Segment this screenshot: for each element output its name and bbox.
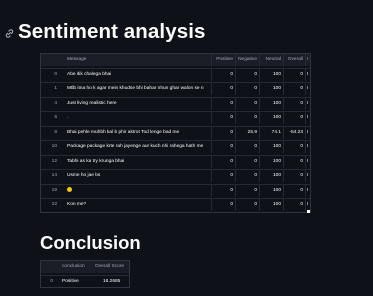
negative-cell: 0: [254, 173, 257, 178]
neutral-cell: 100: [272, 115, 281, 120]
row-index: 4: [54, 100, 57, 106]
row-index: 22: [51, 202, 57, 207]
neutral-cell: 74.1: [271, 129, 281, 135]
table-row[interactable]: 19 0 0 100 0 I: [41, 184, 310, 197]
table-header: Message Positive Negative Neutral Overal…: [41, 54, 310, 66]
positive-cell: 0: [230, 115, 233, 120]
message-cell: Tabhi as ka try krunga bhai: [67, 158, 125, 164]
row-index: 10: [51, 144, 57, 149]
message-cell: .: [67, 115, 69, 120]
table-row[interactable]: 8 Bhai pehle muhbh kal b phir aktrot Tod …: [41, 126, 310, 139]
neutral-cell: 100: [272, 187, 281, 193]
positive-cell: 0: [230, 71, 233, 77]
row-index: 0: [50, 279, 53, 284]
column-header-positive[interactable]: Positive: [211, 54, 235, 66]
negative-cell: 0: [254, 100, 257, 106]
row-index: 12: [51, 158, 57, 164]
row-index: 14: [51, 173, 57, 178]
table-row[interactable]: 4 Just living realistic here 0 0 100 0 I: [41, 97, 310, 110]
negative-cell: 0: [254, 71, 257, 77]
table-row[interactable]: 10 Package package krte rah jayenge aur k…: [41, 141, 310, 153]
overall-cell: 0: [300, 115, 303, 120]
sentiment-title: Sentiment analysis: [18, 20, 206, 43]
table-row[interactable]: 0 Positive 16.2685: [41, 276, 129, 287]
message-cell: Package package krte rah jayenge aur kuc…: [67, 144, 204, 149]
message-cell: Kon me?: [67, 202, 87, 207]
overall-cell: 0: [300, 202, 303, 207]
table-header: conclusion Overall Score: [41, 261, 129, 273]
positive-cell: 0: [230, 100, 233, 106]
neutral-cell: 100: [272, 71, 281, 77]
row-index: 1: [54, 86, 57, 91]
column-header-negative[interactable]: Negative: [235, 54, 259, 66]
overall-cell: 0: [300, 71, 303, 77]
table-row[interactable]: 0 Abe itik chalega bhai 0 0 100 0 I: [41, 68, 310, 81]
row-index: 5: [54, 115, 57, 120]
negative-cell: 0: [254, 144, 257, 149]
table-row[interactable]: 5. 0 0 100 0 I: [41, 112, 310, 124]
negative-cell: 0: [254, 158, 257, 164]
column-header-neutral[interactable]: Neutral: [259, 54, 283, 66]
positive-cell: 0: [230, 129, 233, 135]
overall-cell: 0: [300, 144, 303, 149]
conclusion-title: Conclusion: [40, 232, 141, 253]
neutral-cell: 100: [272, 173, 281, 178]
table-row[interactable]: 14 Usme ho jae bs 0 0 100 0 I: [41, 170, 310, 182]
column-header-conclusion[interactable]: conclusion: [60, 261, 93, 273]
message-cell: Bhai pehle muhbh kal b phir aktrot Tod l…: [67, 129, 180, 135]
positive-cell: 0: [230, 173, 233, 178]
overall-cell: 0: [300, 100, 303, 106]
positive-cell: 0: [230, 158, 233, 164]
message-cell: Abe itik chalega bhai: [67, 71, 112, 77]
overall-score-cell: 16.2685: [103, 279, 121, 284]
column-header-overall[interactable]: Overall: [283, 54, 305, 66]
row-index: 0: [54, 71, 57, 77]
conclusion-cell: Positive: [62, 279, 79, 284]
neutral-cell: 100: [272, 100, 281, 106]
column-header-message[interactable]: Message: [65, 54, 211, 66]
overall-cell: 0: [300, 173, 303, 178]
row-index: 19: [51, 187, 57, 193]
sentiment-table[interactable]: Message Positive Negative Neutral Overal…: [40, 53, 311, 213]
positive-cell: 0: [230, 144, 233, 149]
neutral-cell: 100: [272, 144, 281, 149]
overall-cell: 0: [300, 86, 303, 91]
neutral-cell: 100: [272, 158, 281, 164]
table-row[interactable]: 1 Mtlb itna ho k agar mein khudse bhi bah…: [41, 83, 310, 95]
message-cell: Mtlb itna ho k agar mein khudse bhi baha…: [67, 86, 204, 91]
neutral-cell: 100: [272, 202, 281, 207]
column-header-overall-score[interactable]: Overall Score: [93, 261, 129, 273]
neutral-cell: 100: [272, 86, 281, 91]
smiley-emoji-icon: [67, 186, 72, 192]
column-header-index[interactable]: [41, 261, 60, 273]
conclusion-table[interactable]: conclusion Overall Score 0 Positive 16.2…: [40, 260, 130, 288]
positive-cell: 0: [230, 187, 233, 193]
negative-cell: 0: [254, 187, 257, 193]
column-header-index[interactable]: [41, 54, 65, 66]
table-resize-handle[interactable]: [307, 210, 310, 213]
positive-cell: 0: [230, 86, 233, 91]
negative-cell: 0: [254, 86, 257, 91]
negative-cell: 25.9: [247, 129, 257, 135]
negative-cell: 0: [254, 202, 257, 207]
table-row[interactable]: 22 Kon me? 0 0 100 0 I: [41, 199, 310, 211]
message-cell: Usme ho jae bs: [67, 173, 101, 178]
row-index: 8: [54, 129, 57, 135]
overall-cell: -54.23: [289, 129, 303, 135]
link-icon[interactable]: [4, 28, 15, 39]
overall-cell: 0: [300, 158, 303, 164]
table-row[interactable]: 12 Tabhi as ka try krunga bhai 0 0 100 0 I: [41, 155, 310, 168]
positive-cell: 0: [230, 202, 233, 207]
message-cell: [65, 185, 211, 197]
negative-cell: 0: [254, 115, 257, 120]
overall-cell: 0: [300, 187, 303, 193]
message-cell: Just living realistic here: [67, 100, 117, 106]
